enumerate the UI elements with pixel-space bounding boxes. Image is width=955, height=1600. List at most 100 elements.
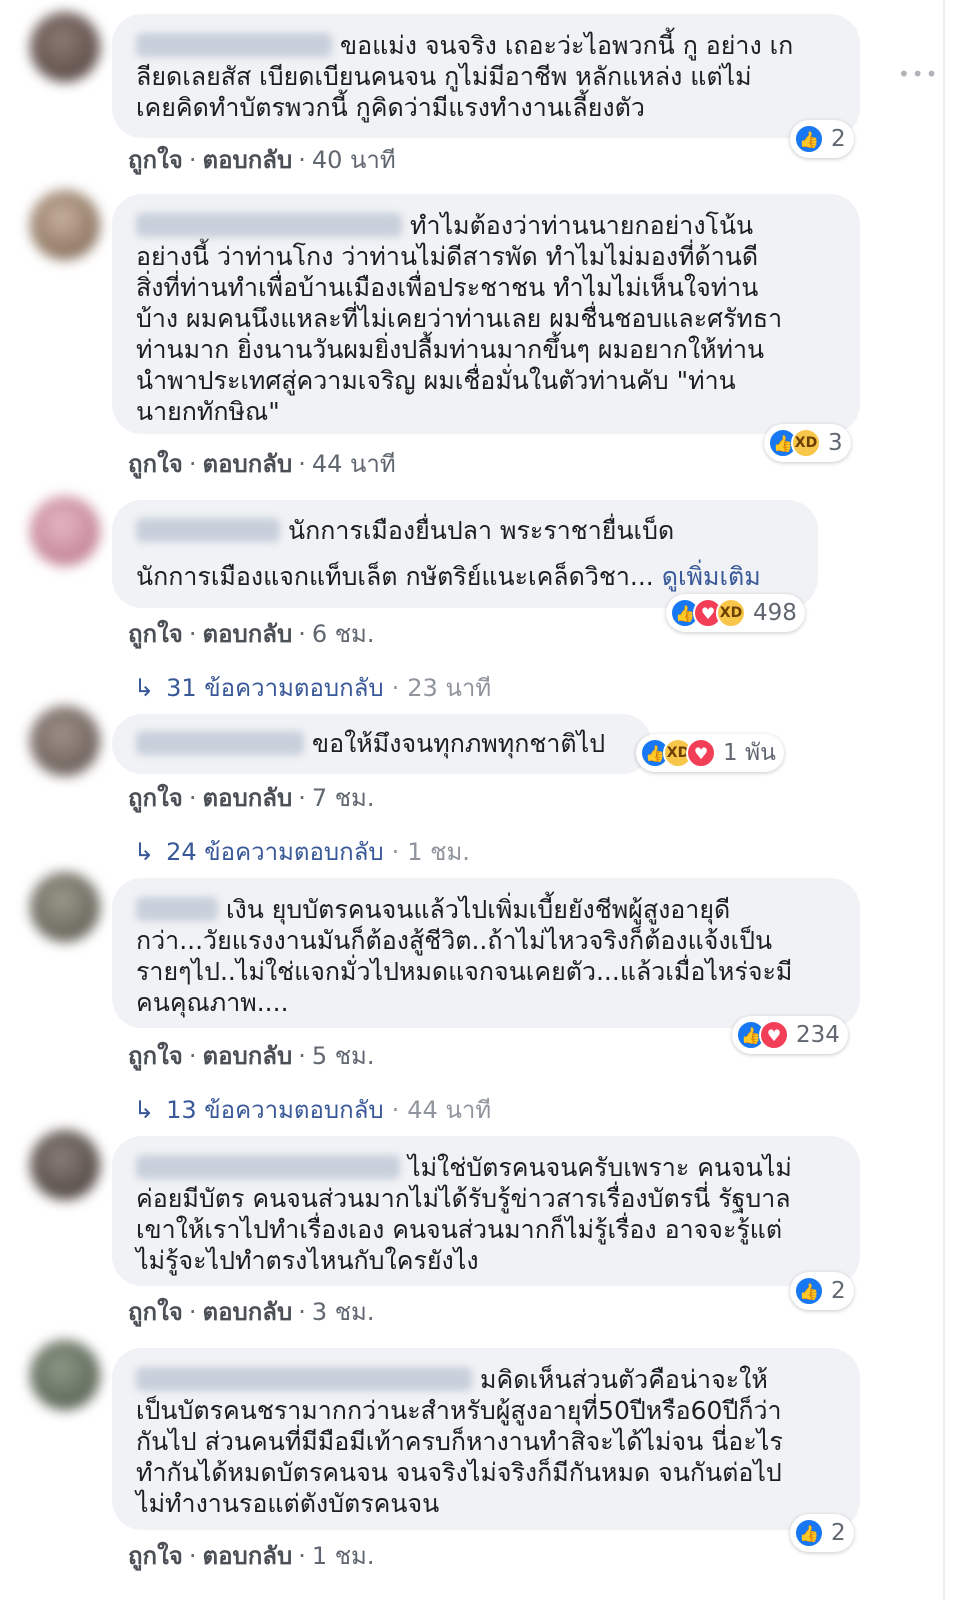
reaction-count: 2: [831, 1520, 846, 1546]
reply-button[interactable]: ตอบกลับ: [202, 1298, 292, 1326]
commenter-name[interactable]: [136, 731, 304, 755]
commenter-name[interactable]: [136, 1155, 400, 1179]
comment-text-line: คนคุณภาพ....: [136, 988, 289, 1017]
separator: ·: [298, 450, 306, 478]
see-more-link[interactable]: ดูเพิ่มเติม: [662, 562, 761, 591]
comment-bubble: ไม่ใช่บัตรคนจนครับเพราะ คนจนไม่ ค่อยมีบั…: [112, 1136, 860, 1286]
replies-count[interactable]: 31 ข้อความตอบกลับ: [166, 674, 384, 702]
reaction-summary[interactable]: 👍 XD ♥ 1 พัน: [636, 734, 784, 772]
replies-time: 44 นาที: [407, 1096, 492, 1124]
comment-text-line: สิ่งที่ท่านทำเพื่อบ้านเมืองเพื่อประชาชน …: [136, 273, 759, 302]
reaction-summary[interactable]: 👍 2: [790, 1514, 854, 1552]
avatar[interactable]: [30, 1130, 100, 1200]
like-button[interactable]: ถูกใจ: [128, 146, 183, 174]
avatar[interactable]: [30, 1340, 100, 1410]
reply-button[interactable]: ตอบกลับ: [202, 1042, 292, 1070]
separator: ·: [391, 838, 400, 866]
haha-icon: XD: [716, 598, 746, 628]
commenter-name[interactable]: [136, 33, 332, 57]
avatar[interactable]: [30, 496, 100, 566]
comment-text-line: อย่างนี้ ว่าท่านโกง ว่าท่านไม่ดีสารพัด ท…: [136, 242, 759, 271]
comment-time[interactable]: 44 นาที: [312, 450, 396, 478]
comment-text-line: เป็นบัตรคนชรามากกว่านะสำหรับผู้สูงอายุที…: [136, 1396, 782, 1425]
comment-time[interactable]: 7 ชม.: [312, 784, 375, 812]
comment-bubble: นักการเมืองยื่นปลา พระราชายื่นเบ็ด นักกา…: [112, 500, 818, 608]
commenter-name[interactable]: [136, 213, 402, 237]
like-button[interactable]: ถูกใจ: [128, 1542, 183, 1570]
avatar[interactable]: [30, 190, 100, 260]
separator: ·: [298, 1542, 306, 1570]
comment-text-line: นำพาประเทศสู่ความเจริญ ผมเชื่อมั่นในตัวท…: [136, 366, 736, 395]
comment-time[interactable]: 5 ชม.: [312, 1042, 375, 1070]
separator: ·: [391, 1096, 400, 1124]
more-options-icon[interactable]: •••: [898, 62, 939, 86]
separator: ·: [188, 1298, 197, 1326]
comment-text-line: ไม่รู้จะไปทำตรงไหนกับใครยังไง: [136, 1246, 479, 1275]
separator: ·: [298, 1298, 306, 1326]
comment-actions: ถูกใจ · ตอบกลับ · 6 ชม.: [128, 614, 374, 653]
reaction-count: 2: [831, 126, 846, 152]
commenter-name[interactable]: [136, 1367, 472, 1391]
comment-time[interactable]: 1 ชม.: [312, 1542, 375, 1570]
like-button[interactable]: ถูกใจ: [128, 620, 183, 648]
reply-arrow-icon: ↳: [134, 674, 155, 702]
like-icon: 👍: [794, 1518, 824, 1548]
view-replies-link[interactable]: ↳ 24 ข้อความตอบกลับ · 1 ชม.: [134, 832, 470, 871]
comment-text-line: ลียดเลยสัส เบียดเบียนคนจน กูไม่มีอาชีพ ห…: [136, 62, 752, 91]
comment-time[interactable]: 40 นาที: [312, 146, 396, 174]
comment-text-line: นักการเมืองแจกแท็บเล็ต กษัตริย์แนะเคล็ดว…: [136, 562, 654, 591]
comment-text-line: เงิน ยุบบัตรคนจนแล้วไปเพิ่มเบี้ยยังชีพผู…: [226, 895, 731, 924]
reaction-summary[interactable]: 👍 ♥ 234: [732, 1016, 848, 1054]
comment-text-line: ขอแม่ง จนจริง เถอะว่ะไอพวกนี้ กู อย่าง เ…: [340, 31, 794, 60]
comment-actions: ถูกใจ · ตอบกลับ · 1 ชม.: [128, 1536, 374, 1575]
view-replies-link[interactable]: ↳ 13 ข้อความตอบกลับ · 44 นาที: [134, 1090, 491, 1129]
separator: ·: [188, 450, 197, 478]
comment-bubble: ขอแม่ง จนจริง เถอะว่ะไอพวกนี้ กู อย่าง เ…: [112, 14, 860, 138]
reaction-summary[interactable]: 👍 2: [790, 1272, 854, 1310]
separator: ·: [188, 784, 197, 812]
comment-actions: ถูกใจ · ตอบกลับ · 40 นาที: [128, 140, 396, 179]
comment-actions: ถูกใจ · ตอบกลับ · 44 นาที: [128, 444, 396, 483]
comment-text-line: ขอให้มึงจนทุกภพทุกชาติไป: [312, 729, 606, 758]
like-button[interactable]: ถูกใจ: [128, 450, 183, 478]
like-icon: 👍: [794, 1276, 824, 1306]
reaction-count: 498: [753, 600, 797, 626]
comment-text-line: กว่า...วัยแรงงานมันก็ต้องสู้ชีวิต..ถ้าไม…: [136, 926, 773, 955]
like-icon: 👍: [794, 124, 824, 154]
commenter-name[interactable]: [136, 897, 218, 921]
avatar[interactable]: [30, 872, 100, 942]
like-button[interactable]: ถูกใจ: [128, 784, 183, 812]
reply-button[interactable]: ตอบกลับ: [202, 146, 292, 174]
reply-button[interactable]: ตอบกลับ: [202, 620, 292, 648]
comment-text-line: ทำกันได้หมดบัตรคนจน จนจริงไม่จริงก็มีกัน…: [136, 1458, 782, 1487]
separator: ·: [298, 620, 306, 648]
reaction-summary[interactable]: 👍 2: [790, 120, 854, 158]
replies-time: 1 ชม.: [407, 838, 470, 866]
separator: ·: [188, 146, 197, 174]
comment-time[interactable]: 3 ชม.: [312, 1298, 375, 1326]
comment-text-line: เคยคิดทำบัตรพวกนี้ กูคิดว่ามีแรงทำงานเลี…: [136, 93, 645, 122]
commenter-name[interactable]: [136, 518, 280, 542]
comment-text-line: ท่านมาก ยิ่งนานวันผมยิ่งปลื้มท่านมากขึ้น…: [136, 335, 765, 364]
like-button[interactable]: ถูกใจ: [128, 1298, 183, 1326]
reaction-count: 1 พัน: [723, 740, 776, 766]
reaction-summary[interactable]: 👍 XD 3: [764, 424, 851, 462]
reaction-summary[interactable]: 👍 ♥ XD 498: [666, 594, 805, 632]
love-icon: ♥: [686, 738, 716, 768]
comment-time[interactable]: 6 ชม.: [312, 620, 375, 648]
comment-text-line: ไม่ใช่บัตรคนจนครับเพราะ คนจนไม่: [408, 1153, 792, 1182]
replies-count[interactable]: 13 ข้อความตอบกลับ: [166, 1096, 384, 1124]
like-button[interactable]: ถูกใจ: [128, 1042, 183, 1070]
comment-text-line: นักการเมืองยื่นปลา พระราชายื่นเบ็ด: [288, 516, 675, 545]
comment-text-line: ทำไมต้องว่าท่านนายกอย่างโน้น: [410, 211, 754, 240]
reply-button[interactable]: ตอบกลับ: [202, 784, 292, 812]
replies-count[interactable]: 24 ข้อความตอบกลับ: [166, 838, 384, 866]
avatar[interactable]: [30, 706, 100, 776]
reaction-count: 234: [796, 1022, 840, 1048]
avatar[interactable]: [30, 12, 100, 82]
reply-button[interactable]: ตอบกลับ: [202, 1542, 292, 1570]
view-replies-link[interactable]: ↳ 31 ข้อความตอบกลับ · 23 นาที: [134, 668, 491, 707]
reply-button[interactable]: ตอบกลับ: [202, 450, 292, 478]
separator: ·: [188, 620, 197, 648]
comment-text-line: ค่อยมีบัตร คนจนส่วนมากไม่ได้รับรู้ข่าวสา…: [136, 1184, 791, 1213]
